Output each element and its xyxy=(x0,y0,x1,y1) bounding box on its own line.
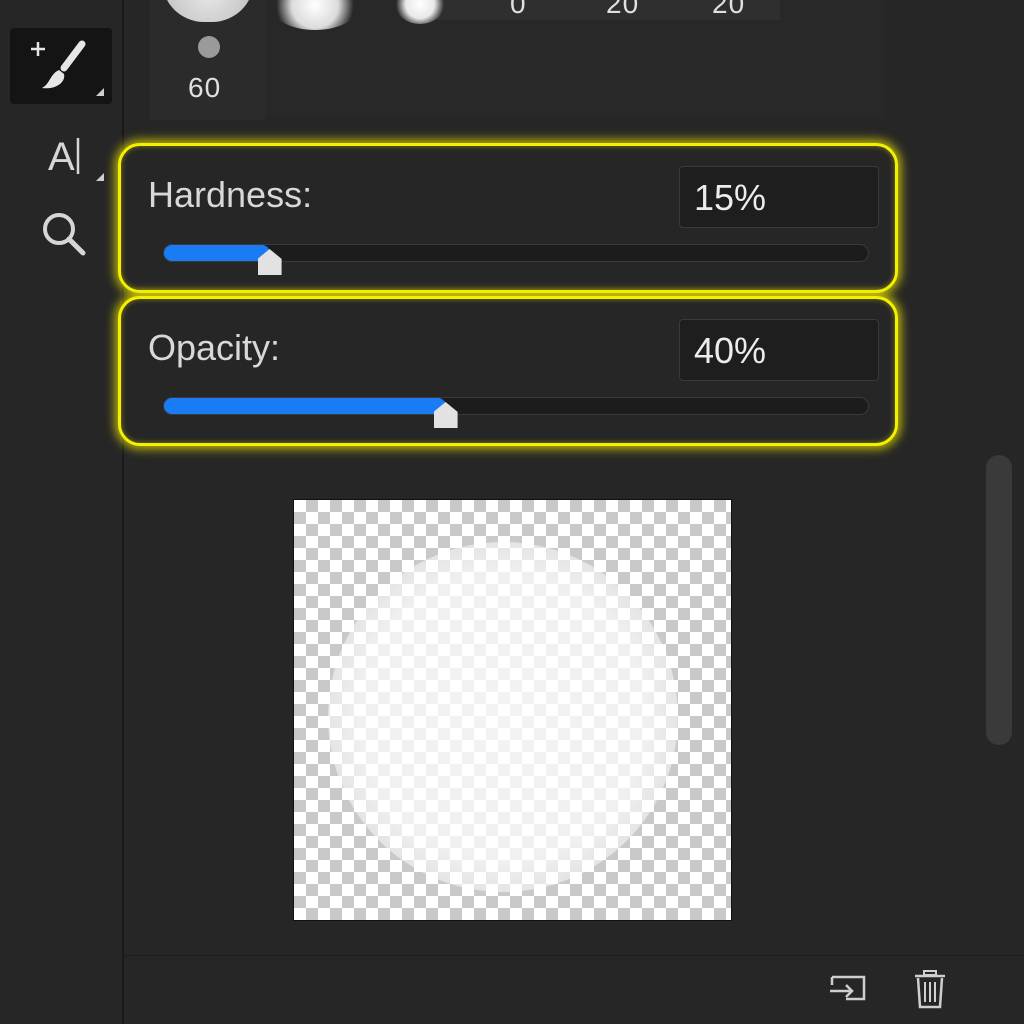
hardness-label: Hardness: xyxy=(148,174,313,215)
brush-stroke-preview xyxy=(328,542,678,892)
hardness-setting: Hardness: 15% xyxy=(118,143,898,293)
hardness-slider-fill xyxy=(164,245,270,261)
more-tools-indicator-icon xyxy=(96,173,104,181)
svg-text:A: A xyxy=(48,135,75,179)
zoom-tool[interactable] xyxy=(30,200,100,270)
delete-brush-button[interactable] xyxy=(906,965,954,1013)
preset-value: 20 xyxy=(712,0,746,19)
eraser-tool[interactable] xyxy=(32,0,104,12)
magnifier-icon xyxy=(43,213,86,256)
selected-preset[interactable]: 60 xyxy=(150,0,265,120)
preset-value: 20 xyxy=(606,0,640,19)
opacity-label: Opacity: xyxy=(148,327,281,368)
trash-icon xyxy=(915,970,945,1009)
preset-size-label: 60 xyxy=(188,72,222,103)
hardness-slider[interactable] xyxy=(163,244,869,275)
brush-plus-icon xyxy=(31,40,86,89)
brush-tool[interactable] xyxy=(10,28,112,104)
tool-palette: A xyxy=(0,0,124,1024)
more-tools-indicator-icon xyxy=(96,88,104,96)
brush-preview xyxy=(293,499,732,921)
hardness-input[interactable]: 15% xyxy=(679,166,879,228)
export-brush-button[interactable] xyxy=(824,965,872,1013)
opacity-slider[interactable] xyxy=(163,397,869,428)
export-icon xyxy=(830,975,866,1001)
brush-size-dot-icon xyxy=(198,36,220,58)
opacity-setting: Opacity: 40% xyxy=(118,296,898,446)
type-cursor-icon: A xyxy=(48,135,80,179)
panel-scrollbar[interactable] xyxy=(986,455,1012,745)
type-tool[interactable]: A xyxy=(30,125,110,185)
preset-value: 0 xyxy=(510,0,527,19)
eraser-icon xyxy=(32,0,104,12)
opacity-slider-fill xyxy=(164,398,446,414)
brush-tip-hard-icon xyxy=(162,0,254,22)
divider xyxy=(124,955,1024,956)
opacity-input[interactable]: 40% xyxy=(679,319,879,381)
